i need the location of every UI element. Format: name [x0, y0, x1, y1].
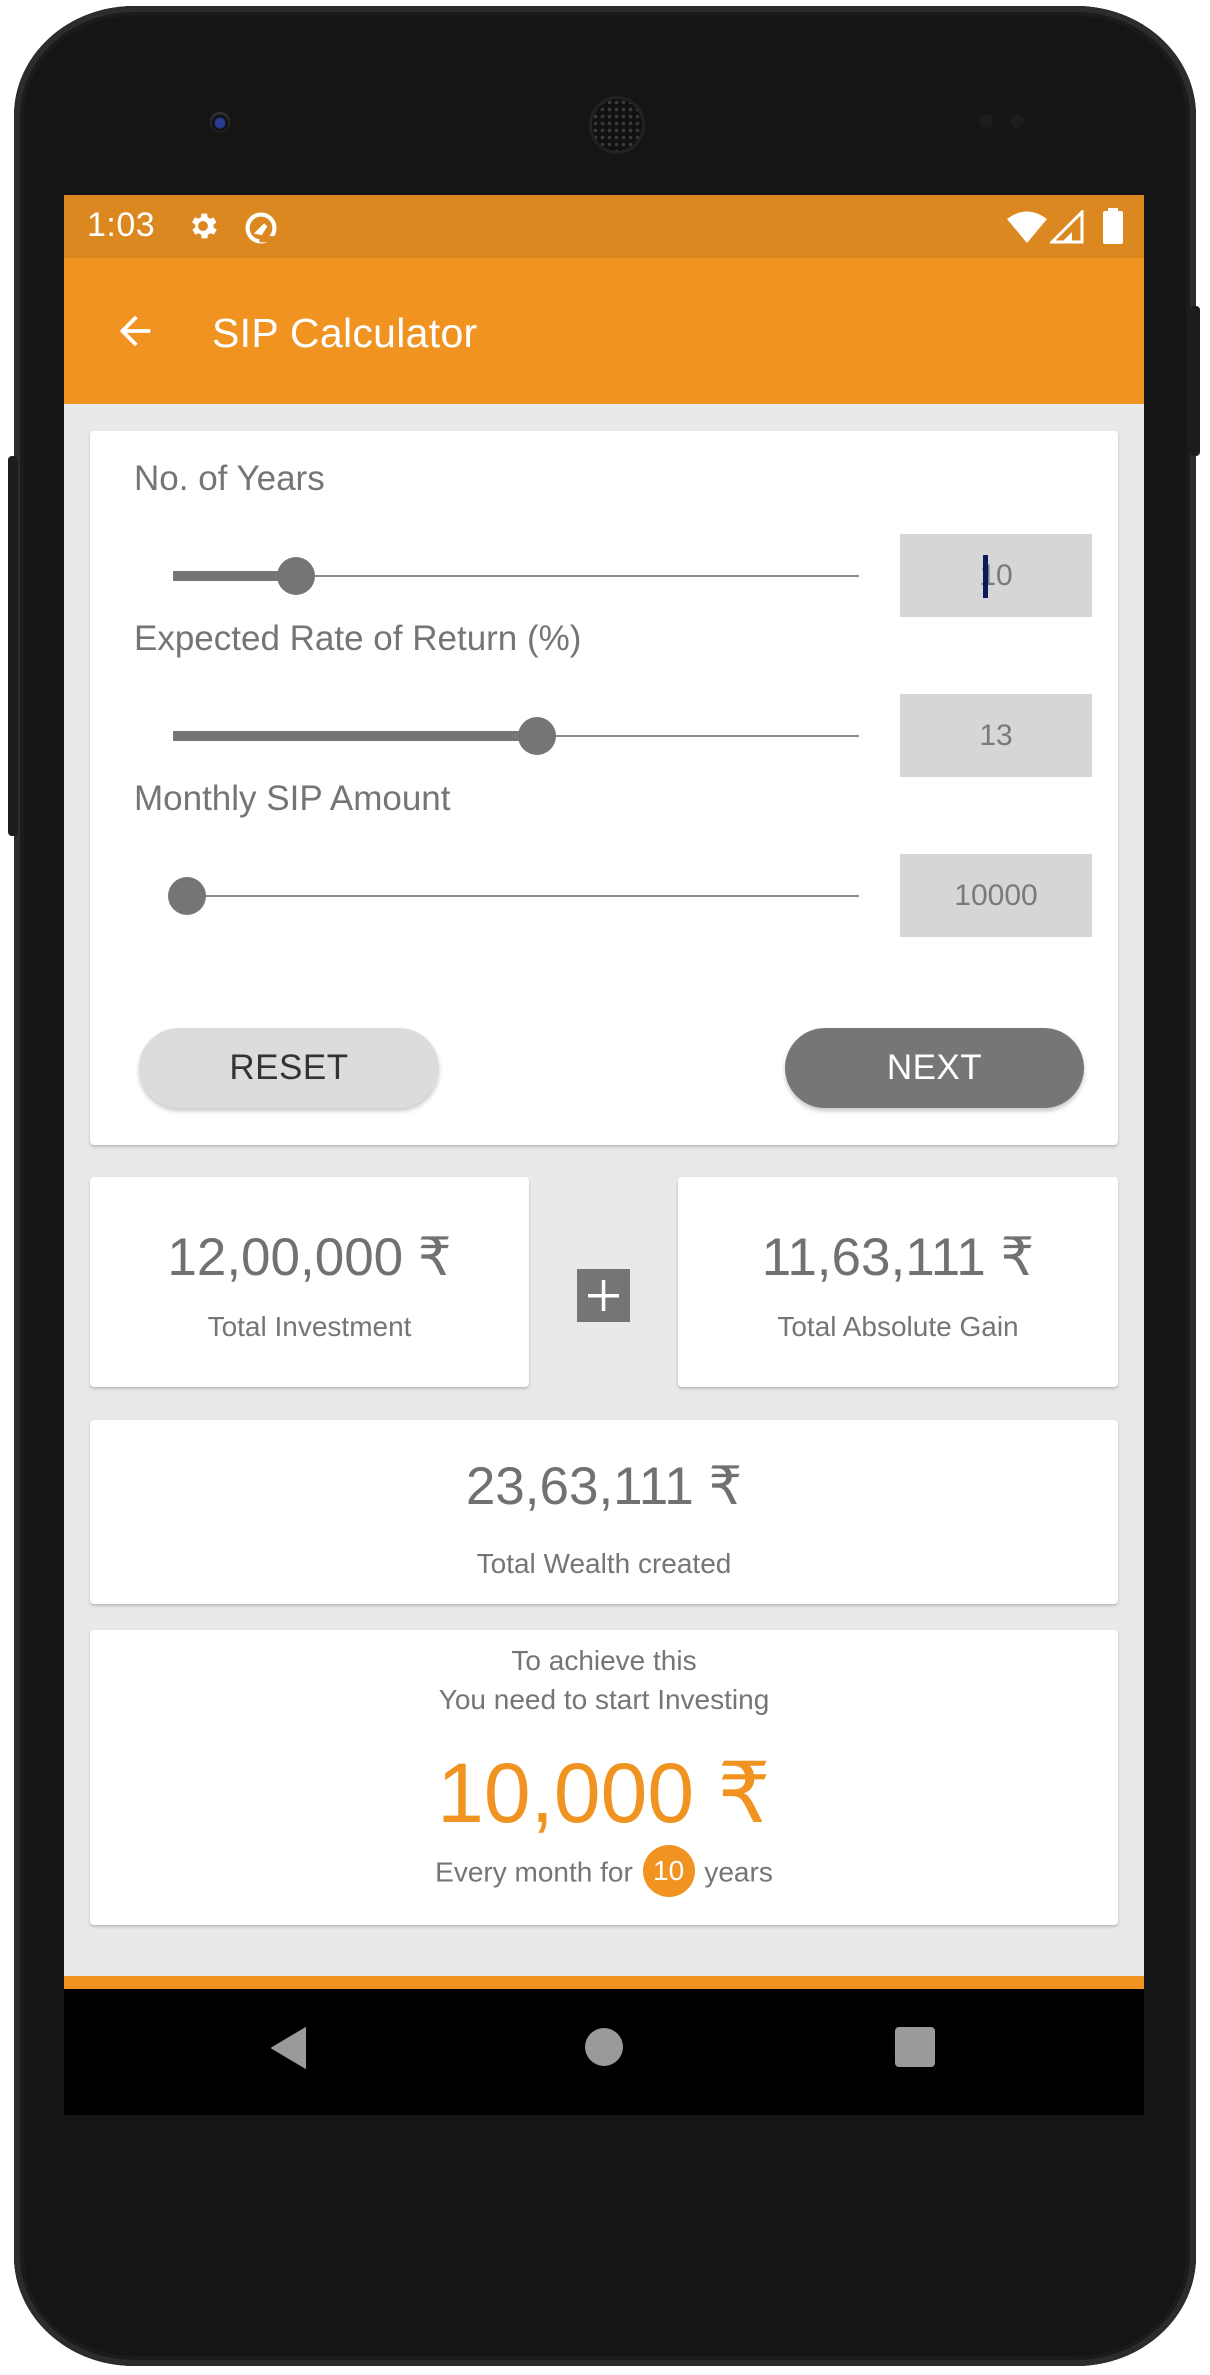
earpiece-speaker	[592, 99, 642, 151]
years-badge: 10	[642, 1845, 695, 1897]
total-investment-card: 12,00,000 ₹ Total Investment	[90, 1177, 529, 1387]
settings-gear-icon	[186, 209, 220, 248]
total-gain-card: 11,63,111 ₹ Total Absolute Gain	[678, 1177, 1118, 1387]
next-button[interactable]: NEXT	[785, 1028, 1084, 1108]
total-gain-label: Total Absolute Gain	[777, 1311, 1019, 1342]
battery-icon	[1102, 208, 1124, 249]
years-input[interactable]	[900, 534, 1092, 617]
return-rate-slider[interactable]	[173, 716, 859, 756]
cell-signal-icon	[1048, 208, 1084, 249]
light-sensor	[1010, 114, 1024, 128]
summary-line-2: You need to start Investing	[438, 1684, 770, 1715]
page-title: SIP Calculator	[212, 310, 478, 356]
data-saver-icon	[242, 209, 280, 252]
required-monthly-amount: 10,000 ₹	[437, 1746, 771, 1840]
bottom-accent-bar	[64, 1976, 1144, 1989]
total-wealth-amount: 23,63,111 ₹	[465, 1457, 743, 1516]
total-investment-label: Total Investment	[207, 1311, 412, 1342]
slider-fill	[173, 731, 537, 741]
nav-home-icon[interactable]	[585, 2028, 623, 2071]
wifi-icon	[1006, 210, 1048, 249]
text-cursor	[983, 555, 988, 598]
total-gain-amount: 11,63,111 ₹	[761, 1228, 1035, 1287]
duration-suffix: years	[704, 1856, 773, 1888]
status-time: 1:03	[87, 206, 156, 244]
nav-recents-icon[interactable]	[895, 2027, 935, 2072]
total-investment-amount: 12,00,000 ₹	[167, 1228, 452, 1287]
inputs-card: No. of Years Expected Rate of Return (%)…	[90, 431, 1118, 1145]
summary-line-1: To achieve this	[511, 1645, 697, 1676]
years-slider[interactable]	[173, 556, 859, 596]
slider-thumb[interactable]	[277, 557, 316, 595]
monthly-sip-label: Monthly SIP Amount	[134, 779, 451, 818]
monthly-sip-slider[interactable]	[167, 876, 859, 916]
return-rate-label: Expected Rate of Return (%)	[134, 619, 582, 658]
status-bar: 1:03	[64, 195, 1144, 258]
volume-button	[8, 456, 18, 836]
duration-prefix: Every month for	[435, 1856, 633, 1888]
total-wealth-label: Total Wealth created	[476, 1548, 732, 1579]
return-rate-input[interactable]	[900, 694, 1092, 777]
investment-summary-card: To achieve this You need to start Invest…	[90, 1630, 1118, 1925]
reset-button[interactable]: RESET	[139, 1028, 439, 1108]
years-label: No. of Years	[134, 459, 325, 498]
plus-icon	[577, 1269, 630, 1322]
arrow-back-icon[interactable]	[112, 308, 162, 354]
summary-duration-line: Every month for 10 years	[90, 1845, 1118, 1900]
monthly-sip-input[interactable]	[900, 854, 1092, 937]
system-nav-bar	[64, 1989, 1144, 2115]
slider-track	[173, 895, 859, 897]
front-camera	[210, 112, 230, 132]
slider-thumb[interactable]	[517, 717, 556, 755]
nav-back-icon[interactable]	[270, 2026, 308, 2075]
proximity-sensor	[979, 114, 993, 128]
app-screen: 1:03 SIP Calculator No. of Years 10 Expe…	[64, 195, 1144, 2115]
app-toolbar: SIP Calculator	[64, 258, 1144, 404]
slider-thumb[interactable]	[167, 877, 206, 915]
total-wealth-card: 23,63,111 ₹ Total Wealth created	[90, 1420, 1118, 1604]
power-button	[1190, 306, 1200, 456]
